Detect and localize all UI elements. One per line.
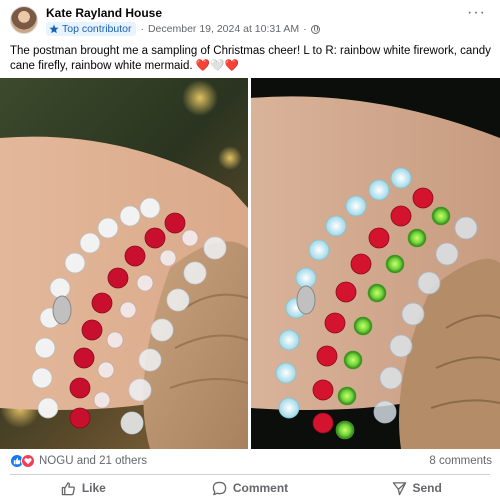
badge-label: Top contributor: [62, 23, 132, 35]
thumbs-up-icon: [61, 481, 75, 495]
send-icon: [392, 481, 406, 495]
more-options-button[interactable]: ···: [467, 5, 486, 21]
top-contributor-badge[interactable]: Top contributor: [46, 22, 137, 36]
send-label: Send: [412, 481, 442, 495]
glow-photo: [251, 96, 500, 449]
caption-text: The postman brought me a sampling of Chr…: [10, 45, 491, 72]
love-icon: [21, 454, 35, 468]
photo-bracelets-daylight[interactable]: [0, 78, 248, 449]
comment-button[interactable]: Comment: [167, 476, 334, 500]
post-actions: Like Comment Send: [0, 476, 500, 500]
photo-gallery: [0, 78, 500, 449]
author-name[interactable]: Kate Rayland House: [46, 6, 162, 20]
post-meta: Top contributor · December 19, 2024 at 1…: [46, 22, 320, 36]
photo-bracelets-glow[interactable]: [251, 78, 500, 449]
divider: [10, 474, 490, 475]
like-label: Like: [81, 481, 106, 495]
comment-bubble-icon: [212, 481, 227, 495]
reactions-summary: NOGU and 21 others 8 comments: [10, 450, 492, 472]
post-header: Kate Rayland House Top contributor · Dec…: [0, 0, 500, 40]
bracelet-photo: [0, 80, 248, 449]
send-button[interactable]: Send: [333, 476, 500, 500]
post-timestamp[interactable]: December 19, 2024 at 10:31 AM: [148, 23, 299, 35]
comment-label: Comment: [232, 481, 289, 495]
reaction-icons[interactable]: [10, 454, 35, 468]
white-heart-emoji: 🤍: [210, 60, 225, 72]
like-button[interactable]: Like: [0, 476, 167, 500]
avatar[interactable]: [10, 6, 38, 34]
globe-icon: [310, 24, 320, 34]
reactions-text[interactable]: NOGU and 21 others: [39, 455, 147, 467]
post-caption: The postman brought me a sampling of Chr…: [10, 44, 492, 74]
badge-icon: [49, 24, 59, 34]
meta-separator-2: ·: [303, 23, 307, 35]
red-heart-emoji: ❤️: [195, 60, 211, 72]
red-heart-emoji: ❤️: [224, 60, 239, 72]
meta-separator: ·: [140, 23, 144, 35]
comments-count[interactable]: 8 comments: [429, 455, 492, 467]
